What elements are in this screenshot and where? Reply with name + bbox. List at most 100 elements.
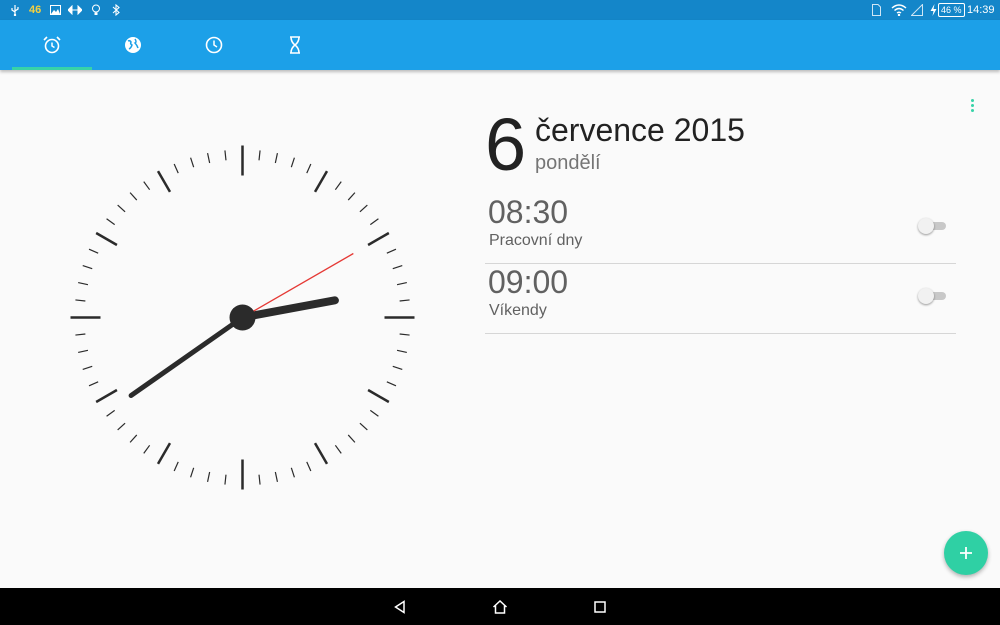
clock-tick	[258, 474, 261, 485]
home-button[interactable]	[488, 596, 512, 618]
alarm-clock-icon	[43, 36, 61, 54]
back-button[interactable]	[388, 596, 412, 618]
clock-tick	[129, 434, 138, 443]
clock-tick	[82, 265, 93, 270]
clock-tick	[313, 442, 329, 465]
clock-tick	[313, 170, 329, 193]
clock-tick	[290, 157, 295, 168]
signal-icon	[911, 3, 923, 17]
plus-icon	[960, 547, 972, 559]
clock-tick	[173, 163, 179, 174]
clock-tick	[392, 365, 403, 370]
clock-tick	[156, 170, 172, 193]
navigation-bar	[0, 588, 1000, 625]
alarm-time: 08:30	[488, 194, 569, 230]
network-badge: 46	[29, 4, 42, 16]
clock-tick	[206, 153, 211, 164]
clock-tick	[306, 461, 312, 472]
clock-tick	[95, 231, 118, 247]
clock-center	[229, 304, 256, 331]
minute-hand	[128, 315, 245, 399]
date-day: 6	[485, 103, 527, 186]
alarm-toggle[interactable]	[918, 218, 948, 234]
alarm-item[interactable]: 09:00 Víkendy	[485, 264, 956, 334]
overflow-menu-button[interactable]	[962, 95, 982, 115]
clock-tick	[75, 299, 86, 302]
tab-alarm[interactable]	[12, 20, 92, 70]
clock-tick	[274, 153, 279, 164]
status-bar: 46 46 % 14:39	[0, 0, 1000, 20]
clock-tick	[347, 192, 356, 201]
analog-clock	[70, 145, 415, 490]
clock-tick	[334, 444, 342, 454]
clock-tick	[386, 248, 397, 254]
home-icon	[492, 600, 508, 614]
hourglass-icon	[290, 36, 300, 54]
clock-tick	[82, 365, 93, 370]
clock-tick	[359, 204, 368, 213]
clock-tick	[274, 471, 279, 482]
clock-tick	[396, 349, 407, 354]
usb-icon	[9, 3, 21, 17]
clock-tick	[88, 381, 99, 387]
charging-icon	[930, 3, 937, 17]
clock-tick	[369, 218, 379, 226]
clock-tick	[156, 442, 172, 465]
add-alarm-button[interactable]	[944, 531, 988, 575]
clock-tick	[290, 467, 295, 478]
date-weekday: pondělí	[535, 152, 601, 174]
clock-tick	[106, 218, 116, 226]
alarm-toggle[interactable]	[918, 288, 948, 304]
clock-tick	[206, 471, 211, 482]
data-transfer-icon	[68, 3, 82, 17]
clock-tick	[75, 333, 86, 336]
clock-tick	[143, 444, 151, 454]
clock-tick	[95, 388, 118, 404]
clock-tick	[258, 150, 261, 161]
clock-icon	[205, 36, 223, 54]
clock-tick	[347, 434, 356, 443]
clock-tick	[399, 333, 410, 336]
clock-tick	[117, 204, 126, 213]
image-icon	[50, 3, 61, 17]
wifi-icon	[891, 3, 907, 17]
clock-tick	[129, 192, 138, 201]
clock-tick	[224, 150, 227, 161]
clock-tick	[78, 281, 89, 286]
clock-tick	[399, 299, 410, 302]
globe-icon	[125, 37, 141, 53]
clock-tick	[367, 388, 390, 404]
clock-tick	[386, 381, 397, 387]
clock-tick	[369, 409, 379, 417]
clock-tick	[173, 461, 179, 472]
clock-tick	[106, 409, 116, 417]
tab-bar	[0, 20, 1000, 70]
clock-tick	[88, 248, 99, 254]
recents-button[interactable]	[588, 596, 612, 618]
alarm-label: Víkendy	[489, 302, 547, 319]
clock-tick	[367, 231, 390, 247]
clock-tick	[334, 181, 342, 191]
lightbulb-icon	[91, 3, 101, 17]
tab-timer[interactable]	[255, 20, 335, 70]
clock-tick	[306, 163, 312, 174]
tab-world-clock[interactable]	[93, 20, 173, 70]
alarm-time: 09:00	[488, 264, 569, 300]
clock-tick	[117, 422, 126, 431]
clock-tick	[224, 474, 227, 485]
clock-tick	[190, 157, 195, 168]
tab-clock[interactable]	[174, 20, 254, 70]
clock-tick	[190, 467, 195, 478]
status-time: 14:39	[967, 4, 995, 16]
clock-tick	[392, 265, 403, 270]
alarm-label: Pracovní dny	[489, 232, 583, 249]
battery-icon: 46 %	[938, 3, 965, 17]
clock-tick	[143, 181, 151, 191]
alarm-item[interactable]: 08:30 Pracovní dny	[485, 194, 956, 264]
clock-tick	[78, 349, 89, 354]
back-icon	[394, 600, 405, 614]
bluetooth-icon	[112, 3, 120, 17]
sim-icon	[872, 3, 881, 17]
clock-tick	[396, 281, 407, 286]
clock-tick	[359, 422, 368, 431]
